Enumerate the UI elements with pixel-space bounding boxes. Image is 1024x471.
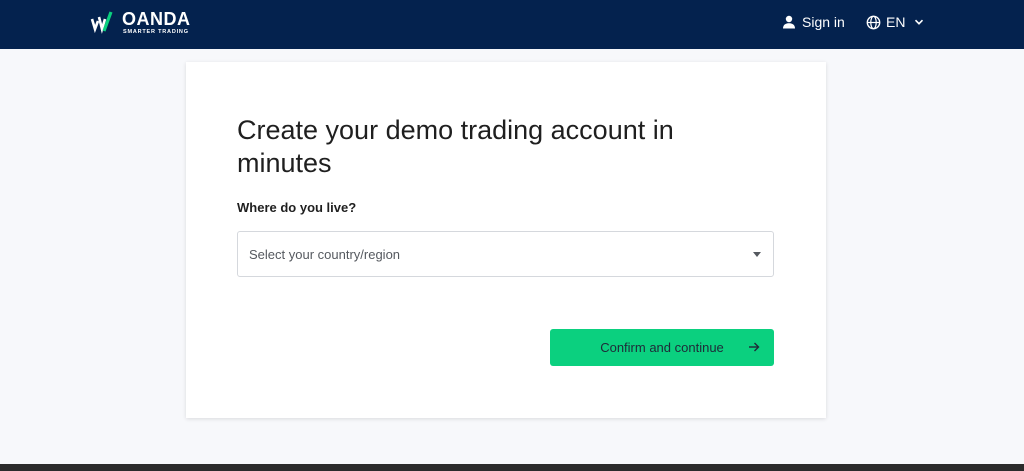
- dropdown-caret-icon: [753, 252, 761, 257]
- confirm-and-continue-button[interactable]: Confirm and continue: [550, 329, 774, 366]
- country-select-placeholder: Select your country/region: [249, 246, 401, 262]
- logo-tagline: SMARTER TRADING: [123, 29, 189, 35]
- logo-name: OANDA: [122, 9, 191, 29]
- top-navigation-bar: OANDA SMARTER TRADING Sign in EN: [0, 0, 1024, 49]
- sign-in-link[interactable]: Sign in: [782, 14, 845, 30]
- person-icon: [783, 15, 795, 29]
- country-select[interactable]: Select your country/region: [237, 231, 774, 277]
- sign-in-label: Sign in: [802, 14, 845, 30]
- chevron-down-icon: [915, 19, 924, 25]
- language-label: EN: [886, 14, 906, 30]
- arrow-right-icon: [749, 342, 760, 352]
- language-selector[interactable]: EN: [866, 14, 924, 30]
- footer-bar: [0, 464, 1024, 471]
- country-question-label: Where do you live?: [237, 200, 357, 215]
- signup-card: Create your demo trading account in minu…: [186, 62, 826, 418]
- confirm-button-label: Confirm and continue: [600, 340, 724, 355]
- oanda-logo[interactable]: OANDA SMARTER TRADING: [90, 9, 191, 36]
- page-title: Create your demo trading account in minu…: [237, 115, 674, 178]
- globe-icon: [866, 15, 881, 29]
- oanda-logo-mark-icon: [90, 11, 113, 34]
